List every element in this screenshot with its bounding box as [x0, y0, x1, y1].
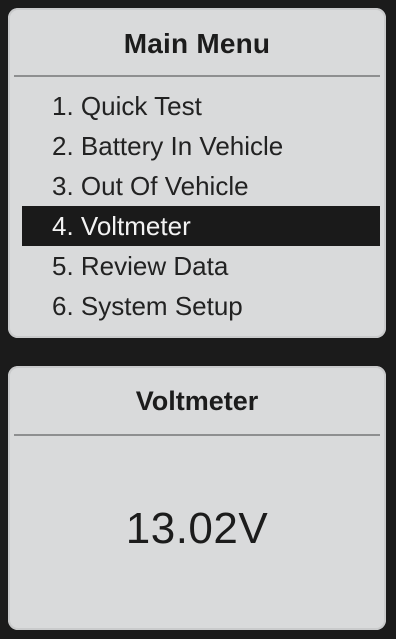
menu-item-review-data[interactable]: 5. Review Data: [8, 246, 386, 286]
voltmeter-title: Voltmeter: [135, 386, 259, 416]
voltmeter-screen: Voltmeter 13.02V: [8, 366, 386, 630]
menu-item-quick-test[interactable]: 1. Quick Test: [8, 86, 386, 126]
menu-item-battery-in-vehicle[interactable]: 2. Battery In Vehicle: [8, 126, 386, 166]
main-menu-divider: [14, 75, 380, 77]
voltmeter-reading: 13.02V: [125, 504, 269, 553]
menu-item-out-of-vehicle[interactable]: 3. Out Of Vehicle: [8, 166, 386, 206]
voltmeter-divider: [14, 434, 380, 436]
menu-item-voltmeter[interactable]: 4. Voltmeter: [22, 206, 380, 246]
main-menu-title: Main Menu: [123, 28, 271, 59]
main-menu-screen: Main Menu 1. Quick Test 2. Battery In Ve…: [8, 8, 386, 338]
main-menu-list: 1. Quick Test 2. Battery In Vehicle 3. O…: [8, 86, 386, 326]
menu-item-system-setup[interactable]: 6. System Setup: [8, 286, 386, 326]
tester-device: Main Menu 1. Quick Test 2. Battery In Ve…: [0, 0, 396, 639]
